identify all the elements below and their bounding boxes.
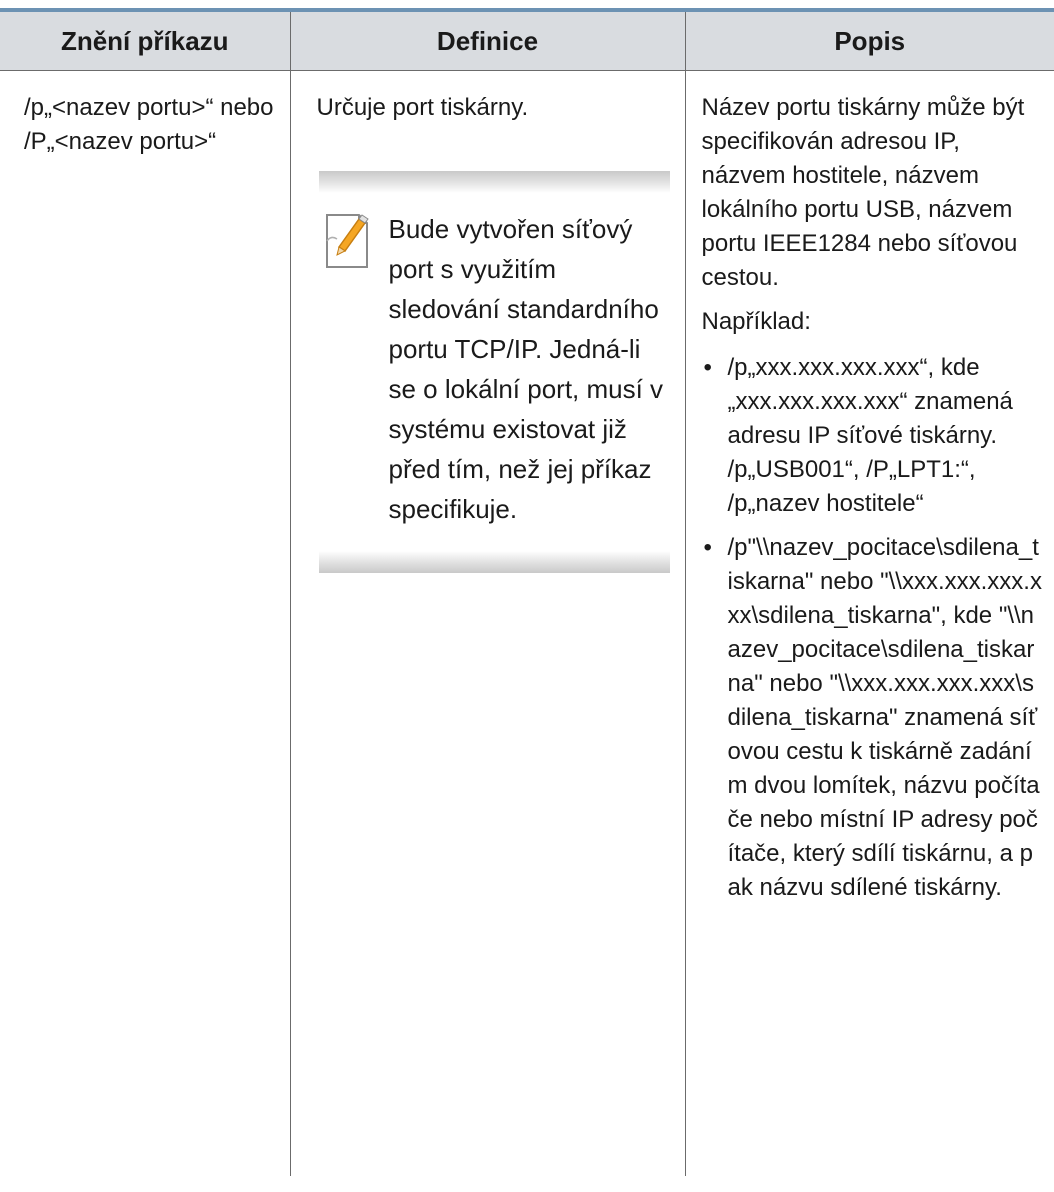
- table-row: /p„<nazev portu>“ nebo /P„<nazev portu>“…: [0, 70, 1054, 1177]
- definition-cell: Určuje port tiskárny. Bude vytvořen síťo…: [289, 70, 685, 1176]
- definition-text: Určuje port tiskárny.: [316, 94, 529, 121]
- table-header-row: Znění příkazu Definice Popis: [0, 12, 1054, 71]
- command-text: /p„<nazev portu>“ nebo /P„<nazev portu>“: [24, 94, 274, 155]
- column-header-definition: Definice: [289, 12, 685, 71]
- note-top-bar: [318, 171, 670, 193]
- note-pencil-icon: [325, 211, 369, 269]
- description-cell: Název portu tiskárny může být specifikov…: [684, 70, 1054, 1176]
- note-text: Bude vytvořen síťový port s využitím sle…: [388, 214, 664, 524]
- command-table-container: Znění příkazu Definice Popis /p„<nazev p…: [0, 8, 1054, 1176]
- column-header-description: Popis: [684, 12, 1054, 71]
- example-list: /p„xxx.xxx.xxx.xxx“, kde „xxx.xxx.xxx.xx…: [702, 351, 1045, 905]
- note-bottom-bar: [318, 551, 670, 573]
- list-item: /p„xxx.xxx.xxx.xxx“, kde „xxx.xxx.xxx.xx…: [702, 351, 1045, 521]
- description-intro: Název portu tiskárny může být specifikov…: [701, 94, 1025, 291]
- command-cell: /p„<nazev portu>“ nebo /P„<nazev portu>“: [0, 71, 290, 1177]
- list-item: /p"\\nazev_pocitace\sdilena_tiskarna" ne…: [702, 531, 1045, 905]
- column-header-command: Znění příkazu: [0, 12, 290, 71]
- command-table: Znění příkazu Definice Popis /p„<nazev p…: [0, 12, 1054, 1176]
- note-box: Bude vytvořen síťový port s využitím sle…: [318, 171, 670, 573]
- example-label: Například:: [701, 308, 811, 335]
